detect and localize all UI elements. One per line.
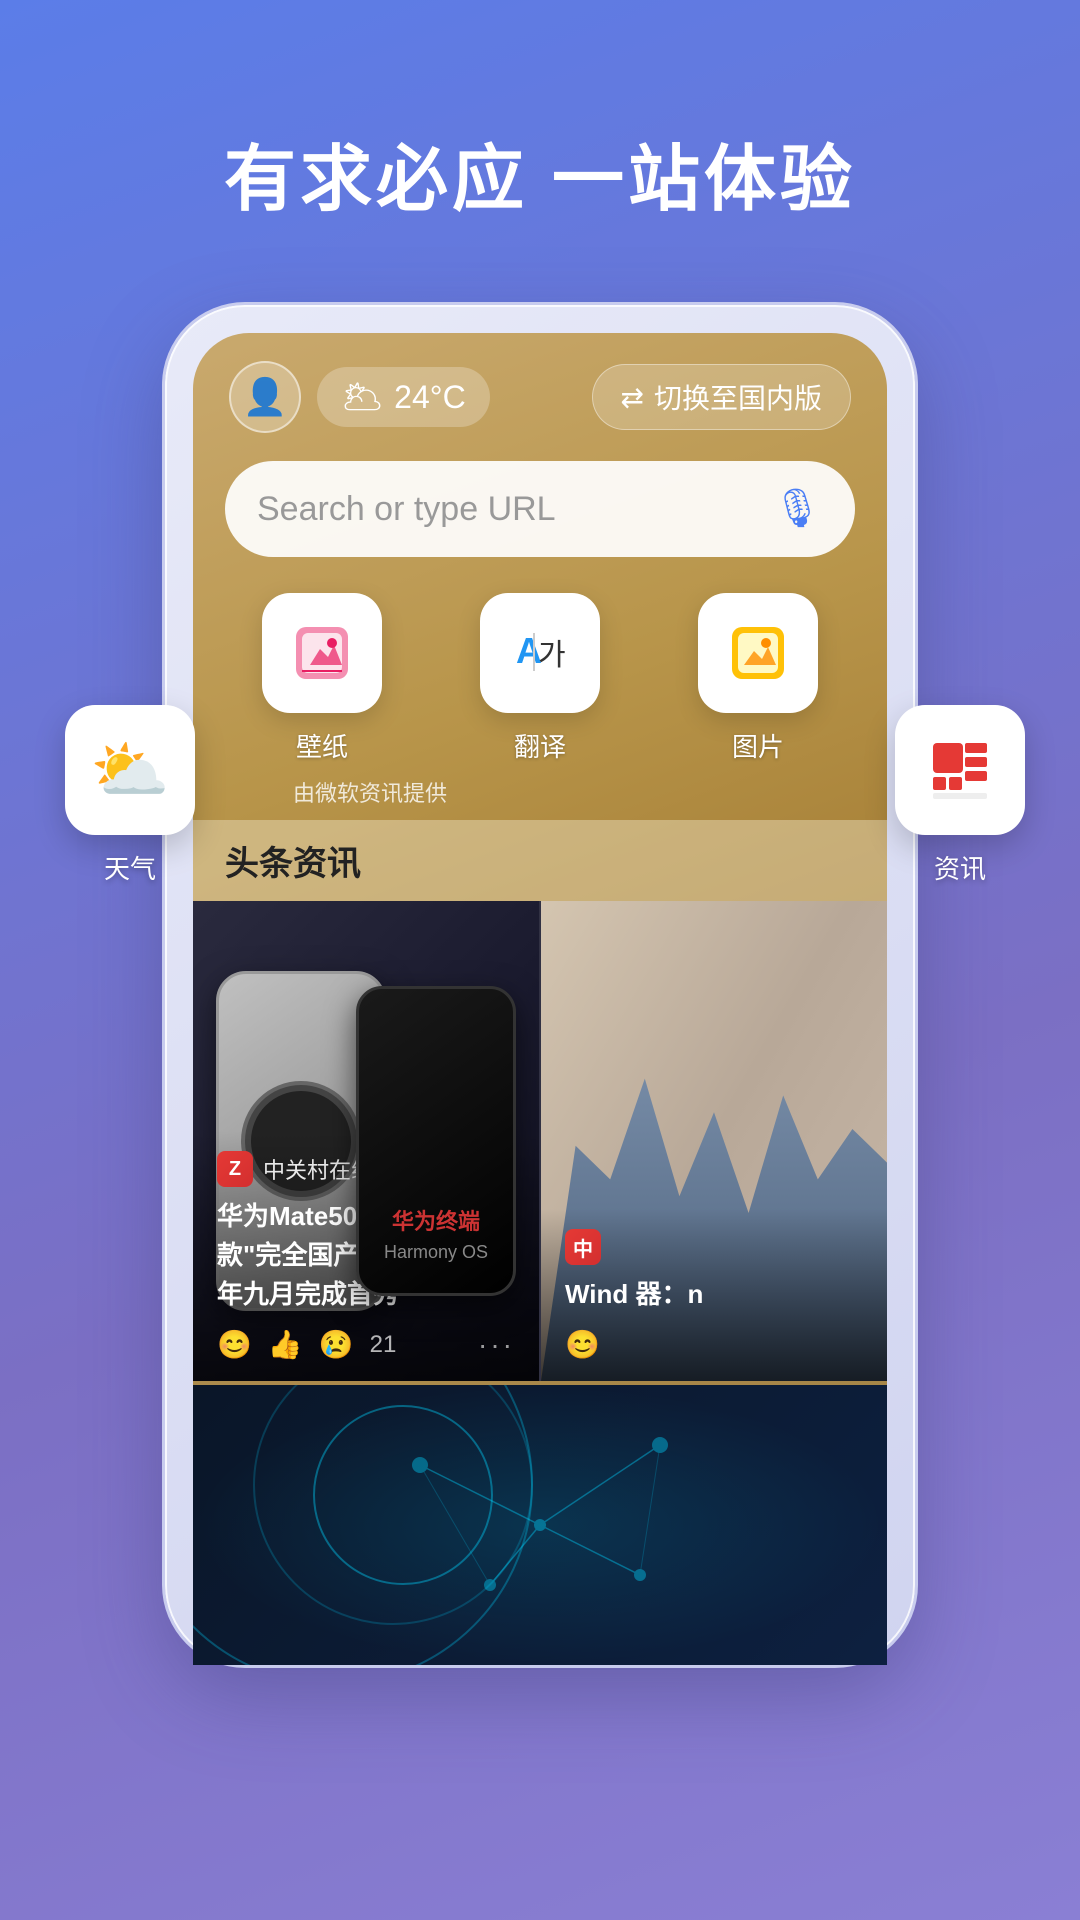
avatar-button[interactable]: 👤 xyxy=(229,361,301,433)
status-bar: 👤 🌥 24°C ⇄ 切换至国内版 xyxy=(193,333,887,445)
phone-mockup: ⛅ 天气 资讯 👤 xyxy=(165,305,915,1665)
news-section: 头条资讯 华为终端 Harmony OS xyxy=(193,820,887,1665)
card-actions-2: 😊 xyxy=(565,1328,863,1361)
wallpaper-icon xyxy=(290,621,354,685)
translate-label: 翻译 xyxy=(514,727,566,764)
news-card-2[interactable]: 中 Wind 器：n 😊 xyxy=(541,901,887,1381)
app-item-wallpaper[interactable]: 壁纸 xyxy=(252,593,392,764)
search-bar[interactable]: Search or type URL 🎙 xyxy=(225,461,855,557)
status-left: 👤 🌥 24°C xyxy=(229,361,490,433)
mic-icon[interactable]: 🎙 xyxy=(771,483,823,535)
wallpaper-icon-wrap xyxy=(262,593,382,713)
news-cards-row: 华为终端 Harmony OS Z 中关村在线 · 1 天 华为 xyxy=(193,901,887,1381)
switch-button[interactable]: ⇄ 切换至国内版 xyxy=(592,364,851,430)
harmony-os-text: Harmony OS xyxy=(384,1242,488,1263)
news-card-1[interactable]: 华为终端 Harmony OS Z 中关村在线 · 1 天 华为 xyxy=(193,901,541,1381)
weather-pill[interactable]: 🌥 24°C xyxy=(317,367,490,427)
phone-frame: 👤 🌥 24°C ⇄ 切换至国内版 Search or type URL 🎙 xyxy=(165,305,915,1665)
card-actions-1: 😊 👍 😢 21 ··· xyxy=(217,1328,515,1361)
source-row-2: 中 xyxy=(565,1229,863,1265)
floating-weather-item[interactable]: ⛅ 天气 xyxy=(65,705,195,886)
translate-icon: A 가 xyxy=(508,621,572,685)
emoji-reaction-1[interactable]: 😊 xyxy=(217,1328,252,1361)
tech-network-icon xyxy=(193,1385,887,1665)
news-icon xyxy=(925,735,995,805)
images-icon xyxy=(726,621,790,685)
switch-icon: ⇄ xyxy=(621,381,644,414)
news-card-bottom[interactable] xyxy=(193,1385,887,1665)
weather-emoji-icon: ⛅ xyxy=(90,733,170,808)
emoji-reaction-2[interactable]: 👍 xyxy=(268,1328,303,1361)
weather-status-icon: 🌥 xyxy=(341,377,384,417)
news-icon-wrap xyxy=(895,705,1025,835)
card2-overlay: 中 Wind 器：n 😊 xyxy=(541,1209,887,1381)
images-icon-wrap xyxy=(698,593,818,713)
floating-news-item[interactable]: 资讯 xyxy=(895,705,1025,886)
phone-screen: 👤 🌥 24°C ⇄ 切换至国内版 Search or type URL 🎙 xyxy=(193,333,887,1665)
phone-image-2: 华为终端 Harmony OS xyxy=(356,986,516,1296)
quick-apps-row: 壁纸 A 가 翻译 xyxy=(193,593,887,764)
source-icon-zol: Z xyxy=(217,1151,253,1187)
switch-label: 切换至国内版 xyxy=(654,377,822,417)
weather-icon-wrap: ⛅ xyxy=(65,705,195,835)
more-button[interactable]: ··· xyxy=(478,1329,515,1361)
temperature-text: 24°C xyxy=(394,379,466,416)
source-icon-2: 中 xyxy=(565,1229,601,1265)
translate-icon-wrap: A 가 xyxy=(480,593,600,713)
wallpaper-label: 壁纸 xyxy=(296,727,348,764)
quick-apps-area: 壁纸 A 가 翻译 xyxy=(193,581,887,772)
reaction-count: 21 xyxy=(370,1331,397,1359)
images-label: 图片 xyxy=(732,727,784,764)
search-bar-wrapper: Search or type URL 🎙 xyxy=(193,445,887,581)
emoji-reaction-3[interactable]: 😢 xyxy=(319,1328,354,1361)
svg-text:가: 가 xyxy=(538,639,566,672)
huawei-brand-text: 华为终端 xyxy=(392,1204,480,1236)
app-item-translate[interactable]: A 가 翻译 xyxy=(470,593,610,764)
news-section-title: 头条资讯 xyxy=(193,820,887,901)
tech-background xyxy=(193,1385,887,1665)
app-item-images[interactable]: 图片 xyxy=(688,593,828,764)
news-label: 资讯 xyxy=(934,849,986,886)
search-placeholder: Search or type URL xyxy=(257,490,556,529)
card-title-2: Wind 器：n xyxy=(565,1275,863,1314)
weather-label: 天气 xyxy=(104,849,156,886)
user-icon: 👤 xyxy=(243,376,288,418)
emoji-reaction-card2[interactable]: 😊 xyxy=(565,1328,600,1361)
headline: 有求必应 一站体验 xyxy=(224,120,856,225)
powered-by-text: 由微软资讯提供 xyxy=(193,772,887,820)
